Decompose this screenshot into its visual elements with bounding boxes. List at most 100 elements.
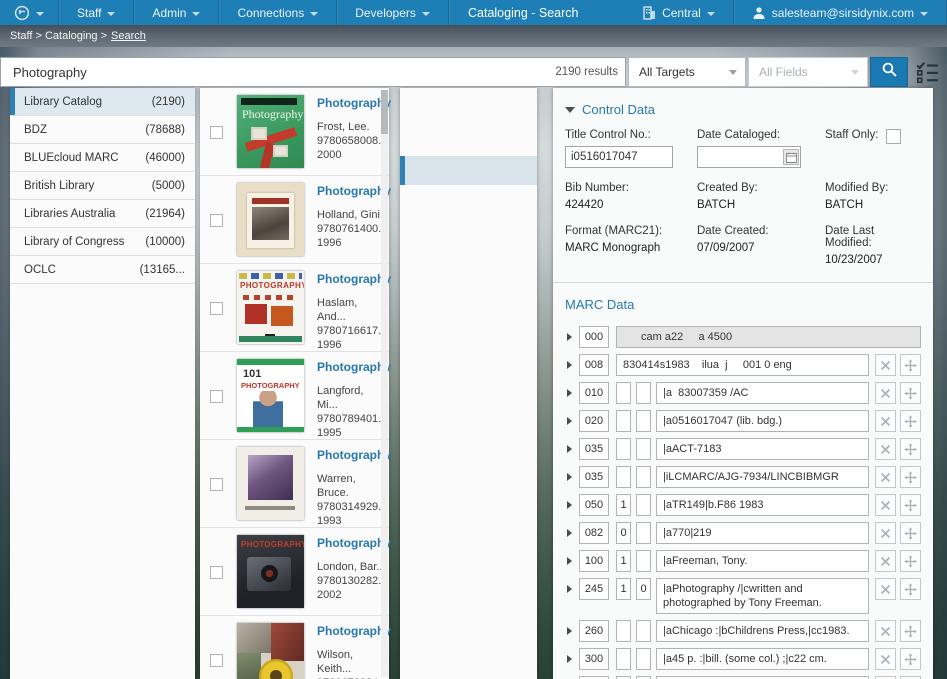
marc-value-input[interactable]: |aChicago :|bChildrens Press,|cc1983. xyxy=(656,620,869,642)
nav-menu-admin[interactable]: Admin xyxy=(134,0,220,25)
marc-value-input[interactable]: |aTR149|b.F86 1983 xyxy=(656,494,869,516)
search-target-item-british-library[interactable]: British Library (5000) xyxy=(10,172,195,200)
marc-indicator1-input[interactable] xyxy=(616,466,631,488)
search-target-item-bluecloud-marc[interactable]: BLUEcloud MARC (46000) xyxy=(10,144,195,172)
delete-field-button[interactable] xyxy=(875,466,896,488)
staff-only-checkbox[interactable] xyxy=(886,129,902,144)
marc-value-input[interactable]: |a0516017047 (lib. bdg.) xyxy=(656,410,869,432)
expand-field-icon[interactable] xyxy=(567,333,572,341)
marc-indicator2-input[interactable] xyxy=(636,410,651,432)
marc-tag-input[interactable]: 300 xyxy=(579,648,609,670)
app-logo-menu[interactable] xyxy=(0,0,59,25)
marc-tag-input[interactable]: 008 xyxy=(579,354,609,376)
book-cover[interactable]: Photography xyxy=(237,95,304,168)
expand-field-icon[interactable] xyxy=(567,473,572,481)
search-target-item-library-of-congress[interactable]: Library of Congress (10000) xyxy=(10,228,195,256)
marc-tag-input[interactable]: 035 xyxy=(579,466,609,488)
marc-indicator2-input[interactable] xyxy=(636,550,651,572)
delete-field-button[interactable] xyxy=(875,620,896,642)
marc-tag-input[interactable]: 000 xyxy=(579,326,609,348)
search-button[interactable] xyxy=(870,57,908,87)
result-title-link[interactable]: Photography xyxy=(317,184,391,198)
result-checkbox[interactable] xyxy=(210,126,223,139)
expand-field-icon[interactable] xyxy=(567,529,572,537)
book-cover[interactable] xyxy=(237,447,304,520)
marc-tag-input[interactable]: 020 xyxy=(579,410,609,432)
marc-indicator2-input[interactable] xyxy=(636,382,651,404)
result-title-link[interactable]: Photography xyxy=(317,360,391,374)
marc-indicator1-input[interactable] xyxy=(616,620,631,642)
marc-tag-input[interactable]: 050 xyxy=(579,494,609,516)
marc-value-input[interactable]: |a45 p. :|bill. (some col.) ;|c22 cm. xyxy=(656,648,869,670)
move-field-handle[interactable] xyxy=(900,354,921,376)
breadcrumb-current[interactable]: Search xyxy=(111,30,146,42)
result-title-link[interactable]: Photography xyxy=(317,272,391,286)
marc-indicator2-input[interactable] xyxy=(636,522,651,544)
book-cover[interactable]: PHOTOGRAPHY xyxy=(237,535,304,608)
marc-indicator2-input[interactable] xyxy=(636,648,651,670)
delete-field-button[interactable] xyxy=(875,438,896,460)
result-checkbox[interactable] xyxy=(210,214,223,227)
expand-field-icon[interactable] xyxy=(567,417,572,425)
marc-indicator1-input[interactable] xyxy=(616,410,631,432)
result-checkbox[interactable] xyxy=(210,478,223,491)
expand-field-icon[interactable] xyxy=(567,389,572,397)
result-title-link[interactable]: Photography xyxy=(317,624,391,638)
search-target-item-bdz[interactable]: BDZ (78688) xyxy=(10,116,195,144)
marc-indicator1-input[interactable]: 0 xyxy=(616,522,631,544)
result-checkbox[interactable] xyxy=(210,566,223,579)
marc-indicator2-input[interactable]: 0 xyxy=(636,578,651,600)
target-select[interactable]: All Targets xyxy=(628,57,746,87)
title-control-input[interactable] xyxy=(565,146,673,168)
marc-value-input[interactable]: cam a22 a 4500 xyxy=(616,326,921,348)
marc-value-input[interactable]: |iLCMARC/AJG-7934/LINCBIBMGR xyxy=(656,466,869,488)
marc-indicator2-input[interactable] xyxy=(636,466,651,488)
expand-field-icon[interactable] xyxy=(567,627,572,635)
search-target-item-oclc[interactable]: OCLC (13165... xyxy=(10,256,195,284)
marc-value-input[interactable]: |aFreeman, Tony. xyxy=(656,550,869,572)
search-settings-button[interactable] xyxy=(914,59,940,85)
marc-indicator2-input[interactable] xyxy=(636,494,651,516)
move-field-handle[interactable] xyxy=(900,620,921,642)
marc-indicator1-input[interactable] xyxy=(616,438,631,460)
result-title-link[interactable]: Photography xyxy=(317,536,391,550)
user-menu[interactable]: salesteam@sirsidynix.com xyxy=(734,0,947,25)
delete-field-button[interactable] xyxy=(875,648,896,670)
move-field-handle[interactable] xyxy=(900,382,921,404)
delete-field-button[interactable] xyxy=(875,578,896,600)
record-menu-item-manage-holdings[interactable] xyxy=(400,127,537,156)
expand-field-icon[interactable] xyxy=(567,655,572,663)
collapse-section-icon[interactable] xyxy=(565,106,575,113)
expand-field-icon[interactable] xyxy=(567,585,572,593)
search-target-item-libraries-australia[interactable]: Libraries Australia (21964) xyxy=(10,200,195,228)
result-checkbox[interactable] xyxy=(210,390,223,403)
move-field-handle[interactable] xyxy=(900,494,921,516)
marc-indicator1-input[interactable] xyxy=(616,382,631,404)
marc-tag-input[interactable]: 010 xyxy=(579,382,609,404)
move-field-handle[interactable] xyxy=(900,438,921,460)
expand-field-icon[interactable] xyxy=(567,361,572,369)
marc-value-input[interactable]: |aACT-7183 xyxy=(656,438,869,460)
marc-indicator1-input[interactable]: 1 xyxy=(616,578,631,600)
marc-indicator1-input[interactable] xyxy=(616,648,631,670)
marc-tag-input[interactable]: 082 xyxy=(579,522,609,544)
marc-indicator2-input[interactable] xyxy=(636,620,651,642)
marc-tag-input[interactable]: 245 xyxy=(579,578,609,600)
delete-field-button[interactable] xyxy=(875,494,896,516)
move-field-handle[interactable] xyxy=(900,578,921,600)
result-title-link[interactable]: Photography xyxy=(317,96,391,110)
marc-tag-input[interactable]: 035 xyxy=(579,438,609,460)
calendar-icon[interactable] xyxy=(783,149,799,165)
search-input[interactable] xyxy=(0,57,626,87)
expand-field-icon[interactable] xyxy=(567,501,572,509)
expand-field-icon[interactable] xyxy=(567,557,572,565)
breadcrumb-parents[interactable]: Staff > Cataloging > xyxy=(10,30,107,42)
delete-field-button[interactable] xyxy=(875,550,896,572)
move-field-handle[interactable] xyxy=(900,522,921,544)
marc-value-input[interactable]: |aPhotography /|cwritten and photographe… xyxy=(656,578,869,614)
delete-field-button[interactable] xyxy=(875,410,896,432)
record-menu-item-edit-record[interactable] xyxy=(400,156,537,185)
marc-value-input[interactable]: |a 83007359 /AC xyxy=(656,382,869,404)
result-checkbox[interactable] xyxy=(210,654,223,667)
results-scrollbar-thumb[interactable] xyxy=(381,90,388,134)
